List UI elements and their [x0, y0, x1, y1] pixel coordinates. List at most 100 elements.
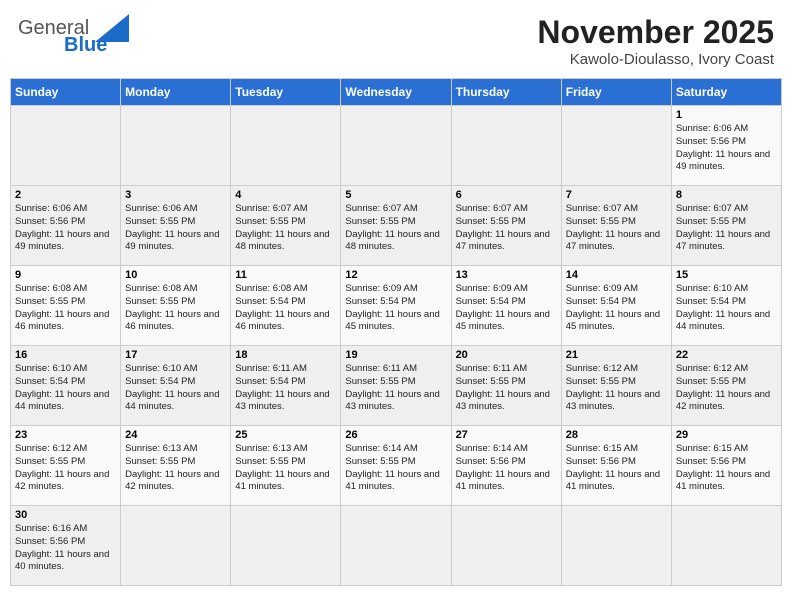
- day-info: Sunrise: 6:08 AM Sunset: 5:54 PM Dayligh…: [235, 283, 336, 334]
- day-info: Sunrise: 6:09 AM Sunset: 5:54 PM Dayligh…: [566, 283, 667, 334]
- day-info: Sunrise: 6:10 AM Sunset: 5:54 PM Dayligh…: [125, 363, 226, 414]
- day-info: Sunrise: 6:07 AM Sunset: 5:55 PM Dayligh…: [676, 203, 777, 254]
- calendar-body: 1 Sunrise: 6:06 AM Sunset: 5:56 PM Daylig…: [11, 106, 782, 586]
- day-number: 17: [125, 349, 226, 361]
- calendar-cell: [121, 506, 231, 586]
- day-number: 13: [456, 269, 557, 281]
- day-info: Sunrise: 6:12 AM Sunset: 5:55 PM Dayligh…: [15, 443, 116, 494]
- day-info: Sunrise: 6:16 AM Sunset: 5:56 PM Dayligh…: [15, 523, 116, 574]
- day-info: Sunrise: 6:06 AM Sunset: 5:56 PM Dayligh…: [15, 203, 116, 254]
- day-info: Sunrise: 6:11 AM Sunset: 5:55 PM Dayligh…: [456, 363, 557, 414]
- day-number: 19: [345, 349, 446, 361]
- calendar-cell: 17 Sunrise: 6:10 AM Sunset: 5:54 PM Dayli…: [121, 346, 231, 426]
- logo-blue-text: Blue: [64, 34, 107, 56]
- calendar-cell: [121, 106, 231, 186]
- day-number: 18: [235, 349, 336, 361]
- day-info: Sunrise: 6:09 AM Sunset: 5:54 PM Dayligh…: [456, 283, 557, 334]
- day-number: 15: [676, 269, 777, 281]
- day-number: 9: [15, 269, 116, 281]
- day-number: 27: [456, 429, 557, 441]
- day-number: 10: [125, 269, 226, 281]
- title-block: November 2025 Kawolo-Dioulasso, Ivory Co…: [537, 14, 774, 68]
- day-info: Sunrise: 6:07 AM Sunset: 5:55 PM Dayligh…: [345, 203, 446, 254]
- day-number: 3: [125, 189, 226, 201]
- day-info: Sunrise: 6:11 AM Sunset: 5:55 PM Dayligh…: [345, 363, 446, 414]
- day-info: Sunrise: 6:09 AM Sunset: 5:54 PM Dayligh…: [345, 283, 446, 334]
- day-info: Sunrise: 6:15 AM Sunset: 5:56 PM Dayligh…: [676, 443, 777, 494]
- day-header-monday: Monday: [121, 79, 231, 106]
- day-number: 12: [345, 269, 446, 281]
- day-header-friday: Friday: [561, 79, 671, 106]
- calendar-cell: 6Sunrise: 6:07 AM Sunset: 5:55 PM Daylig…: [451, 186, 561, 266]
- calendar-cell: 19 Sunrise: 6:11 AM Sunset: 5:55 PM Dayli…: [341, 346, 451, 426]
- calendar-cell: 26Sunrise: 6:14 AM Sunset: 5:55 PM Dayli…: [341, 426, 451, 506]
- calendar-cell: [451, 506, 561, 586]
- calendar-table: SundayMondayTuesdayWednesdayThursdayFrid…: [10, 78, 782, 586]
- calendar-cell: [341, 506, 451, 586]
- calendar-cell: 15Sunrise: 6:10 AM Sunset: 5:54 PM Dayli…: [671, 266, 781, 346]
- day-info: Sunrise: 6:08 AM Sunset: 5:55 PM Dayligh…: [15, 283, 116, 334]
- day-info: Sunrise: 6:13 AM Sunset: 5:55 PM Dayligh…: [235, 443, 336, 494]
- day-number: 1: [676, 109, 777, 121]
- calendar-cell: 23 Sunrise: 6:12 AM Sunset: 5:55 PM Dayli…: [11, 426, 121, 506]
- calendar-week-4: 16 Sunrise: 6:10 AM Sunset: 5:54 PM Dayli…: [11, 346, 782, 426]
- day-number: 6: [456, 189, 557, 201]
- day-number: 22: [676, 349, 777, 361]
- page-header: General Blue November 2025 Kawolo-Dioula…: [10, 10, 782, 72]
- day-number: 2: [15, 189, 116, 201]
- calendar-week-6: 30 Sunrise: 6:16 AM Sunset: 5:56 PM Dayli…: [11, 506, 782, 586]
- day-number: 24: [125, 429, 226, 441]
- calendar-cell: [671, 506, 781, 586]
- day-number: 11: [235, 269, 336, 281]
- day-number: 28: [566, 429, 667, 441]
- day-number: 16: [15, 349, 116, 361]
- calendar-cell: [231, 106, 341, 186]
- day-header-wednesday: Wednesday: [341, 79, 451, 106]
- calendar-cell: [561, 106, 671, 186]
- calendar-week-3: 9 Sunrise: 6:08 AM Sunset: 5:55 PM Daylig…: [11, 266, 782, 346]
- calendar-cell: [11, 106, 121, 186]
- calendar-cell: 11 Sunrise: 6:08 AM Sunset: 5:54 PM Dayli…: [231, 266, 341, 346]
- day-info: Sunrise: 6:07 AM Sunset: 5:55 PM Dayligh…: [235, 203, 336, 254]
- calendar-cell: 25Sunrise: 6:13 AM Sunset: 5:55 PM Dayli…: [231, 426, 341, 506]
- day-number: 30: [15, 509, 116, 521]
- day-number: 23: [15, 429, 116, 441]
- day-number: 20: [456, 349, 557, 361]
- calendar-cell: 24 Sunrise: 6:13 AM Sunset: 5:55 PM Dayli…: [121, 426, 231, 506]
- calendar-header-row: SundayMondayTuesdayWednesdayThursdayFrid…: [11, 79, 782, 106]
- calendar-cell: 2 Sunrise: 6:06 AM Sunset: 5:56 PM Daylig…: [11, 186, 121, 266]
- calendar-week-5: 23 Sunrise: 6:12 AM Sunset: 5:55 PM Dayli…: [11, 426, 782, 506]
- calendar-cell: 27Sunrise: 6:14 AM Sunset: 5:56 PM Dayli…: [451, 426, 561, 506]
- day-number: 26: [345, 429, 446, 441]
- calendar-cell: 28Sunrise: 6:15 AM Sunset: 5:56 PM Dayli…: [561, 426, 671, 506]
- calendar-cell: 13 Sunrise: 6:09 AM Sunset: 5:54 PM Dayli…: [451, 266, 561, 346]
- calendar-week-2: 2 Sunrise: 6:06 AM Sunset: 5:56 PM Daylig…: [11, 186, 782, 266]
- page-title: November 2025: [537, 14, 774, 51]
- calendar-cell: 7Sunrise: 6:07 AM Sunset: 5:55 PM Daylig…: [561, 186, 671, 266]
- day-header-tuesday: Tuesday: [231, 79, 341, 106]
- calendar-cell: 5Sunrise: 6:07 AM Sunset: 5:55 PM Daylig…: [341, 186, 451, 266]
- page-subtitle: Kawolo-Dioulasso, Ivory Coast: [537, 51, 774, 68]
- calendar-cell: [341, 106, 451, 186]
- calendar-cell: 30 Sunrise: 6:16 AM Sunset: 5:56 PM Dayli…: [11, 506, 121, 586]
- calendar-week-1: 1Sunrise: 6:06 AM Sunset: 5:56 PM Daylig…: [11, 106, 782, 186]
- calendar-cell: 16Sunrise: 6:10 AM Sunset: 5:54 PM Dayli…: [11, 346, 121, 426]
- calendar-cell: 29Sunrise: 6:15 AM Sunset: 5:56 PM Dayli…: [671, 426, 781, 506]
- day-number: 21: [566, 349, 667, 361]
- day-info: Sunrise: 6:08 AM Sunset: 5:55 PM Dayligh…: [125, 283, 226, 334]
- calendar-cell: 18Sunrise: 6:11 AM Sunset: 5:54 PM Dayli…: [231, 346, 341, 426]
- calendar-cell: [451, 106, 561, 186]
- calendar-cell: [561, 506, 671, 586]
- day-header-sunday: Sunday: [11, 79, 121, 106]
- logo: General Blue: [18, 14, 129, 57]
- day-header-thursday: Thursday: [451, 79, 561, 106]
- calendar-cell: 21Sunrise: 6:12 AM Sunset: 5:55 PM Dayli…: [561, 346, 671, 426]
- day-info: Sunrise: 6:12 AM Sunset: 5:55 PM Dayligh…: [676, 363, 777, 414]
- day-info: Sunrise: 6:13 AM Sunset: 5:55 PM Dayligh…: [125, 443, 226, 494]
- day-number: 14: [566, 269, 667, 281]
- calendar-cell: 12 Sunrise: 6:09 AM Sunset: 5:54 PM Dayli…: [341, 266, 451, 346]
- calendar-cell: 1Sunrise: 6:06 AM Sunset: 5:56 PM Daylig…: [671, 106, 781, 186]
- calendar-cell: 3Sunrise: 6:06 AM Sunset: 5:55 PM Daylig…: [121, 186, 231, 266]
- day-number: 7: [566, 189, 667, 201]
- calendar-cell: 8Sunrise: 6:07 AM Sunset: 5:55 PM Daylig…: [671, 186, 781, 266]
